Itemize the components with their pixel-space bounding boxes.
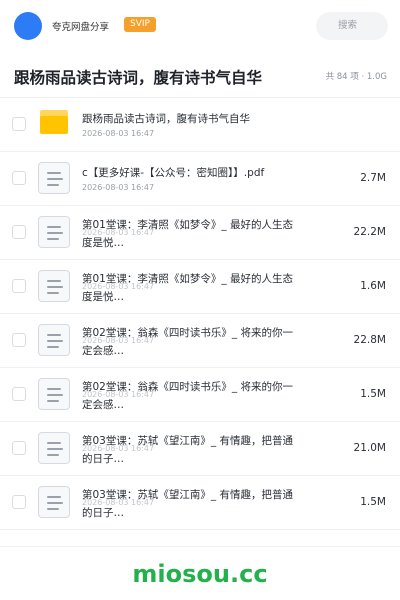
- file-date: 2026-08-03 16:47: [82, 129, 155, 138]
- folder-meta: 共 84 项 · 1.0G: [325, 72, 387, 82]
- list-item[interactable]: 2026-08-03 16:47 第01堂课：李清照《如梦令》_ 最好的人生态度…: [0, 206, 400, 260]
- list-item[interactable]: c【更多好课-【公众号：密知圈】】.pdf 2026-08-03 16:47 2…: [0, 152, 400, 206]
- folder-icon: [38, 108, 70, 140]
- file-date: 2026-08-03 16:47: [82, 183, 155, 192]
- divider: [0, 546, 400, 547]
- document-icon: [38, 270, 70, 302]
- file-size: 22.2M: [353, 226, 386, 238]
- file-size: 2.7M: [360, 172, 386, 184]
- file-size: 1.5M: [360, 388, 386, 400]
- list-item[interactable]: 2026-08-03 16:47 第02堂课：翁森《四时读书乐》_ 将来的你一定…: [0, 368, 400, 422]
- file-name: 第02堂课：翁森《四时读书乐》_ 将来的你一定会感…: [82, 381, 293, 411]
- row-checkbox[interactable]: [12, 225, 26, 239]
- row-checkbox[interactable]: [12, 279, 26, 293]
- file-size: 21.0M: [353, 442, 386, 454]
- watermark-text: miosou.cc: [132, 560, 268, 588]
- file-name: 第03堂课：苏轼《望江南》_ 有情趣，把普通的日子…: [82, 489, 293, 519]
- file-name: 第03堂课：苏轼《望江南》_ 有情趣，把普通的日子…: [82, 435, 293, 465]
- row-checkbox[interactable]: [12, 387, 26, 401]
- file-name: c【更多好课-【公众号：密知圈】】.pdf: [82, 167, 265, 179]
- list-item[interactable]: 2026-08-03 16:47 第03堂课：苏轼《望江南》_ 有情趣，把普通的…: [0, 476, 400, 530]
- top-bar: 夸克网盘分享 SVIP 搜索: [0, 0, 400, 52]
- document-icon: [38, 432, 70, 464]
- folder-header: 跟杨雨品读古诗词，腹有诗书气自华 共 84 项 · 1.0G: [0, 52, 400, 98]
- file-name: 跟杨雨品读古诗词，腹有诗书气自华: [82, 113, 250, 125]
- user-name: 夸克网盘分享: [52, 22, 110, 33]
- document-icon: [38, 162, 70, 194]
- row-checkbox[interactable]: [12, 495, 26, 509]
- row-checkbox[interactable]: [12, 171, 26, 185]
- file-name: 第01堂课：李清照《如梦令》_ 最好的人生态度是悦…: [82, 273, 293, 303]
- list-item[interactable]: 跟杨雨品读古诗词，腹有诗书气自华 2026-08-03 16:47: [0, 98, 400, 152]
- row-checkbox[interactable]: [12, 441, 26, 455]
- document-icon: [38, 378, 70, 410]
- search-input[interactable]: 搜索: [316, 12, 388, 40]
- file-name: 第01堂课：李清照《如梦令》_ 最好的人生态度是悦…: [82, 219, 293, 249]
- avatar[interactable]: [14, 12, 42, 40]
- file-size: 1.5M: [360, 496, 386, 508]
- file-size: 22.8M: [353, 334, 386, 346]
- document-icon: [38, 324, 70, 356]
- row-checkbox[interactable]: [12, 333, 26, 347]
- row-checkbox[interactable]: [12, 117, 26, 131]
- list-item[interactable]: 2026-08-03 16:47 第01堂课：李清照《如梦令》_ 最好的人生态度…: [0, 260, 400, 314]
- file-list: 跟杨雨品读古诗词，腹有诗书气自华 2026-08-03 16:47 c【更多好课…: [0, 98, 400, 530]
- document-icon: [38, 216, 70, 248]
- svip-badge: SVIP: [124, 17, 156, 32]
- document-icon: [38, 486, 70, 518]
- list-item[interactable]: 2026-08-03 16:47 第03堂课：苏轼《望江南》_ 有情趣，把普通的…: [0, 422, 400, 476]
- page-title: 跟杨雨品读古诗词，腹有诗书气自华: [14, 69, 263, 87]
- list-item[interactable]: 2026-08-03 16:47 第02堂课：翁森《四时读书乐》_ 将来的你一定…: [0, 314, 400, 368]
- file-name: 第02堂课：翁森《四时读书乐》_ 将来的你一定会感…: [82, 327, 293, 357]
- file-size: 1.6M: [360, 280, 386, 292]
